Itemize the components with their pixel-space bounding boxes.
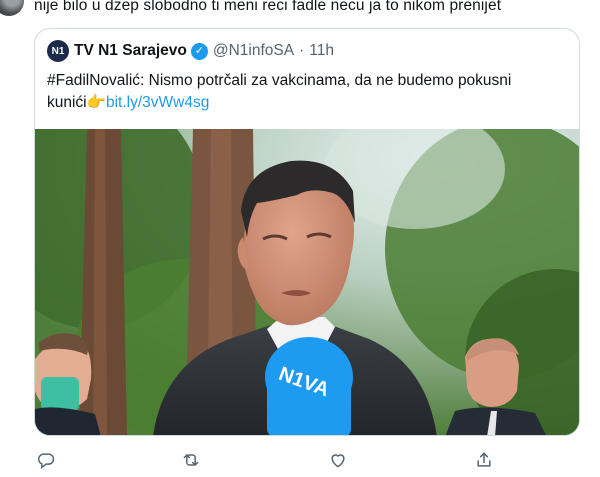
like-icon[interactable] [326,448,350,472]
tweet-action-bar [34,448,504,472]
quoted-text-line-1: #FadilNovalić: Nismo potrčali za vakcina… [47,72,512,89]
quoted-avatar[interactable]: N1 [47,40,69,62]
quoted-tweet-header: N1 TV N1 Sarajevo ✓ @N1infoSA · 11h [47,40,334,62]
quoted-timestamp[interactable]: 11h [309,42,334,60]
reply-icon[interactable] [34,448,58,472]
verified-badge-icon: ✓ [190,42,208,60]
retweet-icon[interactable] [179,448,203,472]
quoted-tweet-card[interactable]: N1 TV N1 Sarajevo ✓ @N1infoSA · 11h #Fad… [34,28,580,436]
quoted-media-photo[interactable]: N1VA [35,89,579,435]
quoted-display-name[interactable]: TV N1 Sarajevo [74,42,187,60]
pointing-right-emoji-icon: 👉 [86,94,106,111]
quoted-link[interactable]: bit.ly/3vWw4sg [106,94,209,111]
reply-text: nije bilo u dzep slobodno ti meni reci f… [34,0,502,14]
reply-author-avatar[interactable] [0,0,24,16]
quoted-text-line-2: kunići👉bit.ly/3vWw4sg [47,92,567,114]
quoted-handle[interactable]: @N1infoSA [213,42,294,60]
share-icon[interactable] [472,448,496,472]
quoted-text-line-2-prefix: kunići [47,94,87,111]
separator-dot: · [299,42,305,59]
photo-illustration: N1VA [35,89,579,435]
quoted-tweet-text: #FadilNovalić: Nismo potrčali za vakcina… [47,70,567,114]
